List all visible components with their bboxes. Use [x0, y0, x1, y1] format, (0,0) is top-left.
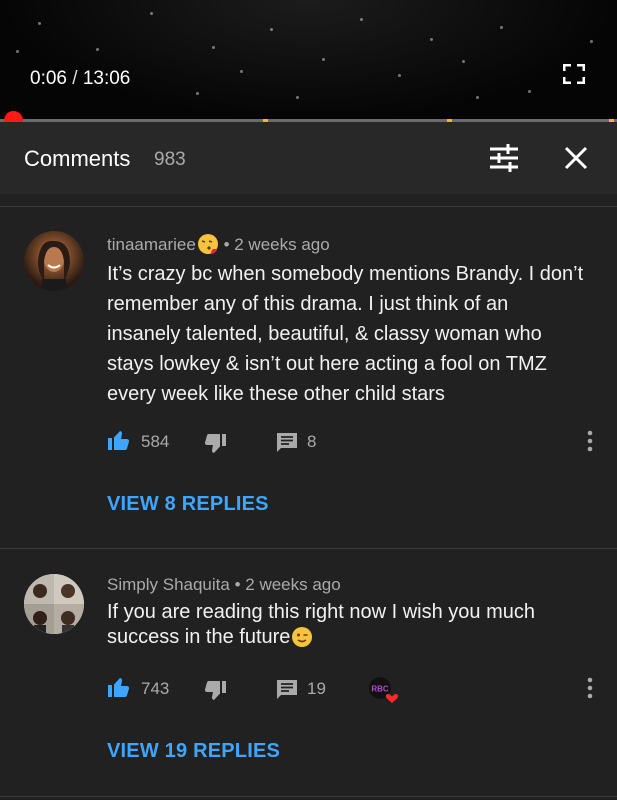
current-time: 0:06	[30, 68, 67, 89]
divider	[0, 796, 617, 797]
dislike-icon[interactable]	[203, 432, 227, 456]
comment-text-content: If you are reading this right now I wish…	[107, 601, 535, 648]
avatar-photo	[38, 240, 70, 291]
comment-author[interactable]: Simply Shaquita	[107, 575, 230, 594]
comments-count: 983	[154, 149, 186, 170]
more-options-icon[interactable]	[585, 677, 595, 699]
kissing-face-emoji-icon	[197, 234, 218, 255]
divider	[0, 548, 617, 549]
comments-title: Comments	[24, 146, 131, 171]
close-icon[interactable]	[562, 144, 590, 172]
view-replies-button[interactable]: VIEW 19 REPLIES	[107, 740, 280, 763]
reply-icon[interactable]	[275, 678, 299, 702]
avatar[interactable]	[24, 231, 84, 291]
like-count: 743	[141, 679, 170, 698]
comment-meta: tinaamariee • 2 weeks ago	[107, 234, 330, 255]
comment-text: It’s crazy bc when somebody mentions Bra…	[107, 263, 584, 405]
comment-author[interactable]: tinaamariee	[107, 235, 196, 254]
creator-badge-text: RBC	[371, 685, 389, 694]
like-count: 584	[141, 432, 170, 451]
video-player[interactable]: 0:06 / 13:06	[0, 0, 617, 120]
comment-text: If you are reading this right now I wish…	[107, 600, 587, 650]
like-icon[interactable]	[107, 675, 131, 699]
reply-icon[interactable]	[275, 431, 299, 455]
reply-count: 19	[307, 679, 326, 698]
comments-header: Comments 983	[0, 122, 617, 194]
creator-heart-icon: RBC	[369, 677, 398, 703]
avatar-photo	[24, 574, 84, 634]
time-display: 0:06 / 13:06	[30, 68, 130, 90]
comment-meta: Simply Shaquita • 2 weeks ago	[107, 575, 341, 594]
duration: 13:06	[82, 68, 131, 89]
comment-time: 2 weeks ago	[234, 235, 330, 254]
sort-icon[interactable]	[488, 144, 520, 172]
divider	[0, 206, 617, 207]
fullscreen-icon[interactable]	[563, 64, 585, 84]
more-options-icon[interactable]	[585, 430, 595, 452]
reply-count: 8	[307, 432, 317, 451]
winking-face-emoji-icon	[292, 627, 313, 647]
view-replies-button[interactable]: VIEW 8 REPLIES	[107, 493, 269, 516]
time-separator: /	[72, 68, 78, 89]
avatar[interactable]	[24, 574, 84, 634]
like-icon[interactable]	[107, 428, 131, 452]
comment-time: 2 weeks ago	[245, 575, 341, 594]
dislike-icon[interactable]	[203, 679, 227, 703]
